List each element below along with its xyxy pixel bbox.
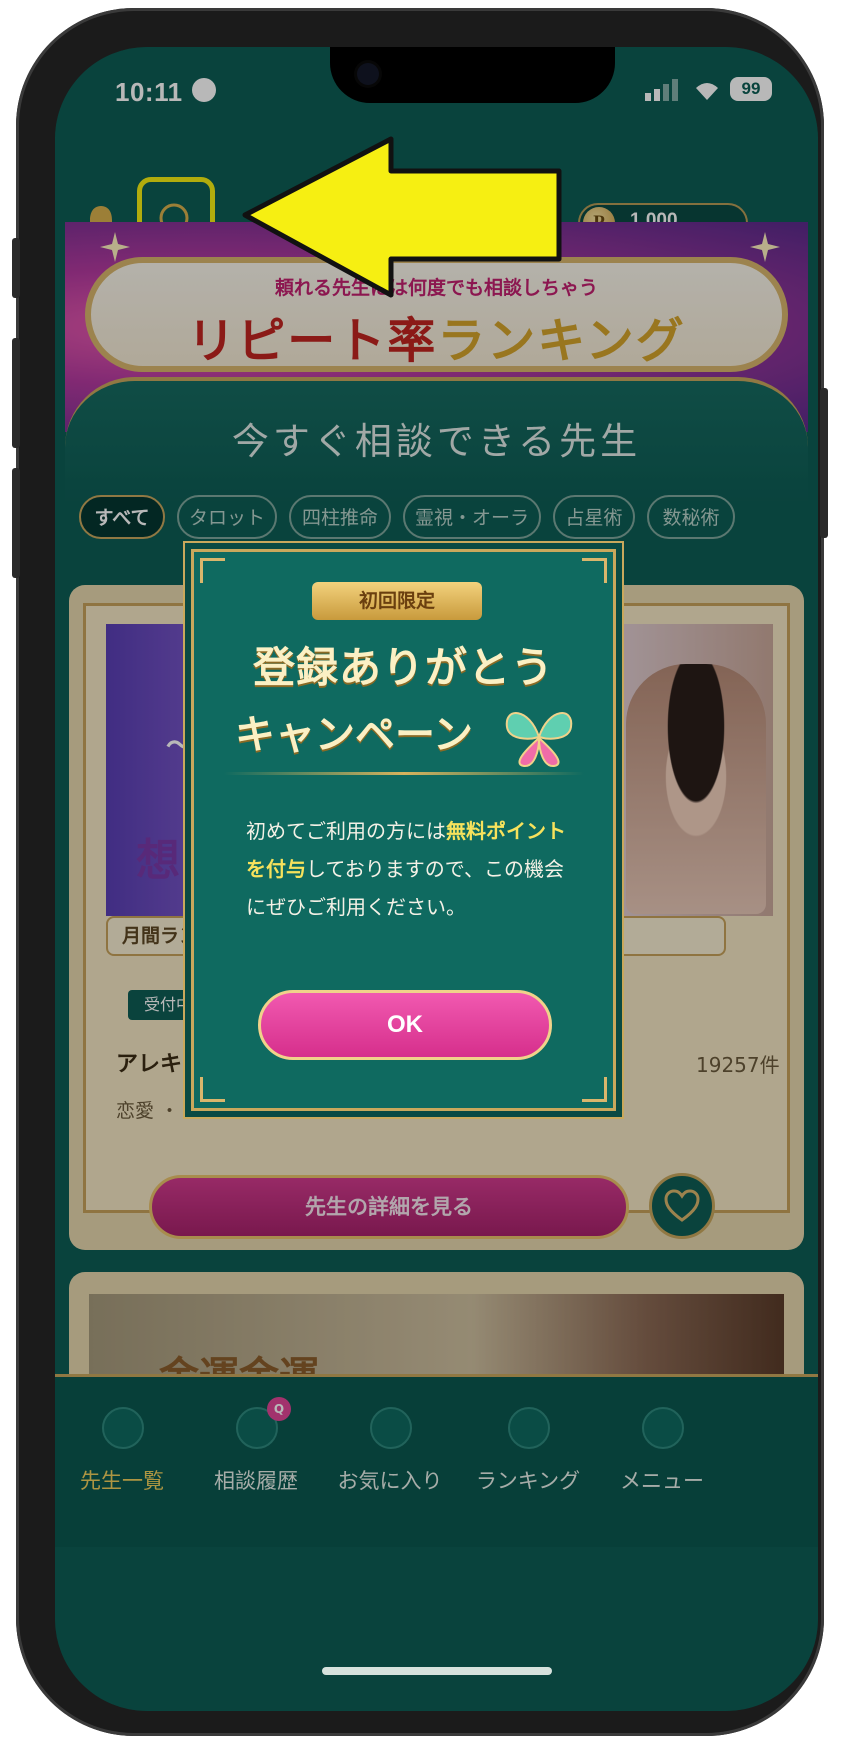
volume-down-button — [12, 468, 20, 578]
ornament-corner — [200, 1077, 225, 1102]
phone-frame: 10:11 99 1,000 頼れる先生には何度でも相談しちゃう リピート率ラン… — [12, 8, 828, 1736]
app-screen: 10:11 99 1,000 頼れる先生には何度でも相談しちゃう リピート率ラン… — [55, 47, 818, 1711]
modal-message: 初めてご利用の方には無料ポイントを付与しておりますので、この機会にぜひご利用くだ… — [246, 812, 576, 926]
welcome-campaign-modal: 初回限定 登録ありがとう キャンペーン 初めてご利用の方には無料ポイントを付与し… — [191, 549, 616, 1111]
decorative-divider — [224, 772, 584, 775]
annotation-arrow-icon — [242, 136, 562, 298]
home-indicator — [322, 1667, 552, 1675]
ornament-corner — [200, 558, 225, 583]
volume-up-button — [12, 338, 20, 448]
mute-switch — [12, 238, 20, 298]
modal-title-line1: 登録ありがとう — [252, 643, 554, 692]
modal-title-line2: キャンペーン — [235, 711, 473, 758]
butterfly-icon — [505, 712, 573, 767]
ornament-corner — [582, 1077, 607, 1102]
ok-button[interactable]: OK — [258, 990, 552, 1060]
ornament-corner — [582, 558, 607, 583]
power-button — [820, 388, 828, 538]
first-time-ribbon: 初回限定 — [312, 582, 482, 620]
modal-message-pre: 初めてご利用の方には — [246, 819, 446, 843]
